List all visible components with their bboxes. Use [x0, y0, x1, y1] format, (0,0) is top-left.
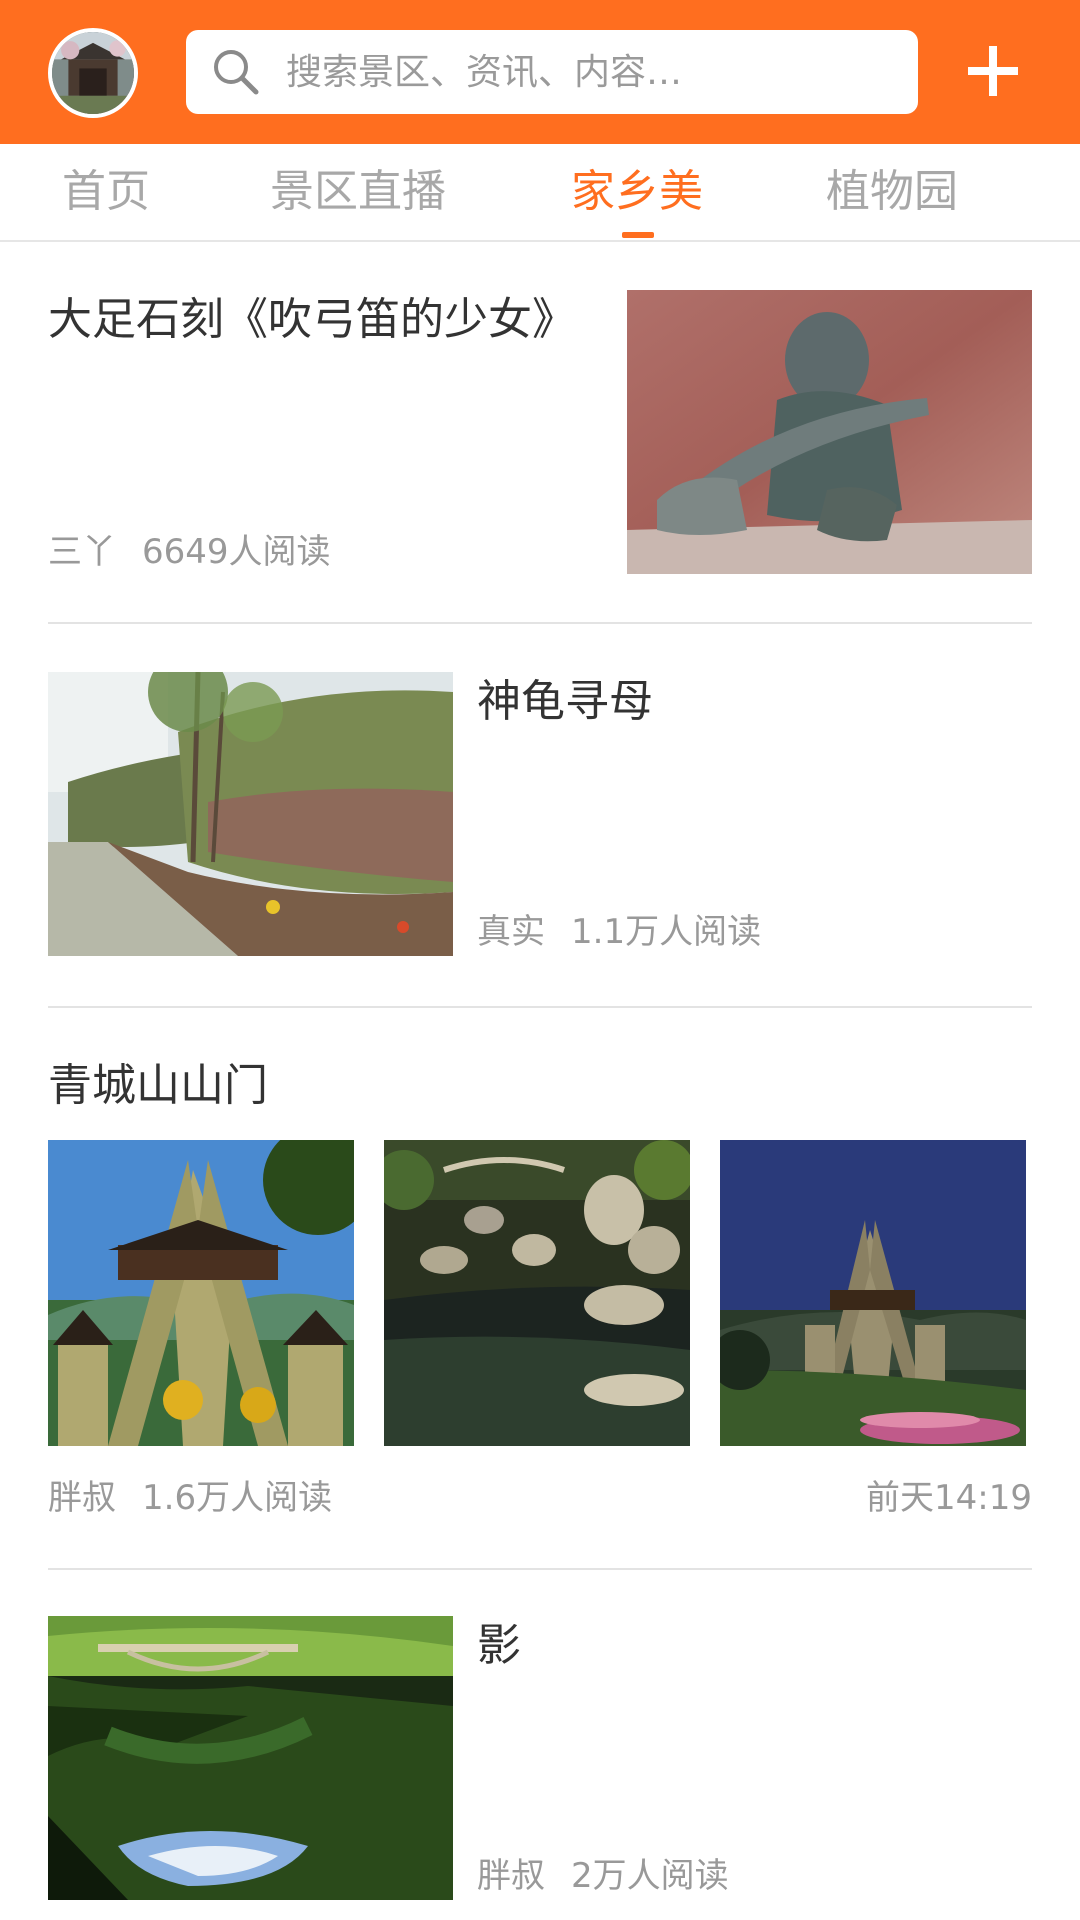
- avatar-image: [52, 32, 134, 114]
- tab-scenic-live[interactable]: 景区直播: [270, 164, 446, 220]
- article-reads: 1.1万人阅读: [571, 912, 762, 952]
- article-title: 大足石刻《吹弓笛的少女》: [48, 294, 576, 345]
- divider: [48, 622, 1032, 624]
- article-reads: 2万人阅读: [571, 1856, 729, 1896]
- tab-home[interactable]: 首页: [62, 164, 150, 220]
- divider: [48, 1006, 1032, 1008]
- search-input[interactable]: [286, 30, 886, 114]
- article-title: 神龟寻母: [477, 676, 653, 727]
- app-header: [0, 0, 1080, 144]
- stone-carving-photo[interactable]: [627, 290, 1032, 574]
- gate-dusk-photo[interactable]: [720, 1140, 1026, 1446]
- category-tabs: 首页 景区直播 家乡美 植物园: [0, 144, 1080, 242]
- bridge-reflection-photo[interactable]: [48, 1616, 453, 1900]
- article-author: 胖叔: [48, 1478, 116, 1518]
- search-box[interactable]: [186, 30, 918, 114]
- article-meta: 胖叔 2万人阅读: [477, 1854, 729, 1898]
- article-meta: 真实 1.1万人阅读: [477, 910, 761, 954]
- article-meta: 三丫 6649人阅读: [48, 530, 331, 574]
- stream-rocks-photo[interactable]: [384, 1140, 690, 1446]
- plus-icon[interactable]: [968, 46, 1018, 96]
- article-author: 真实: [477, 912, 545, 952]
- article-title: 青城山山门: [48, 1060, 268, 1111]
- active-tab-indicator: [622, 232, 654, 238]
- article-title: 影: [477, 1620, 521, 1671]
- divider: [48, 1568, 1032, 1570]
- user-avatar[interactable]: [48, 28, 138, 118]
- article-author: 胖叔: [477, 1856, 545, 1896]
- article-time: 前天14:19: [866, 1478, 1032, 1518]
- article-reads: 6649人阅读: [142, 532, 331, 572]
- article-author: 三丫: [48, 532, 116, 572]
- mountain-gate-photo[interactable]: [48, 1140, 354, 1446]
- mossy-rock-photo[interactable]: [48, 672, 453, 956]
- article-reads: 1.6万人阅读: [142, 1478, 333, 1518]
- article-meta: 胖叔 1.6万人阅读: [48, 1476, 332, 1520]
- search-icon: [214, 50, 259, 95]
- tab-hometown-beauty[interactable]: 家乡美: [571, 164, 703, 220]
- tab-botanical-garden[interactable]: 植物园: [826, 164, 958, 220]
